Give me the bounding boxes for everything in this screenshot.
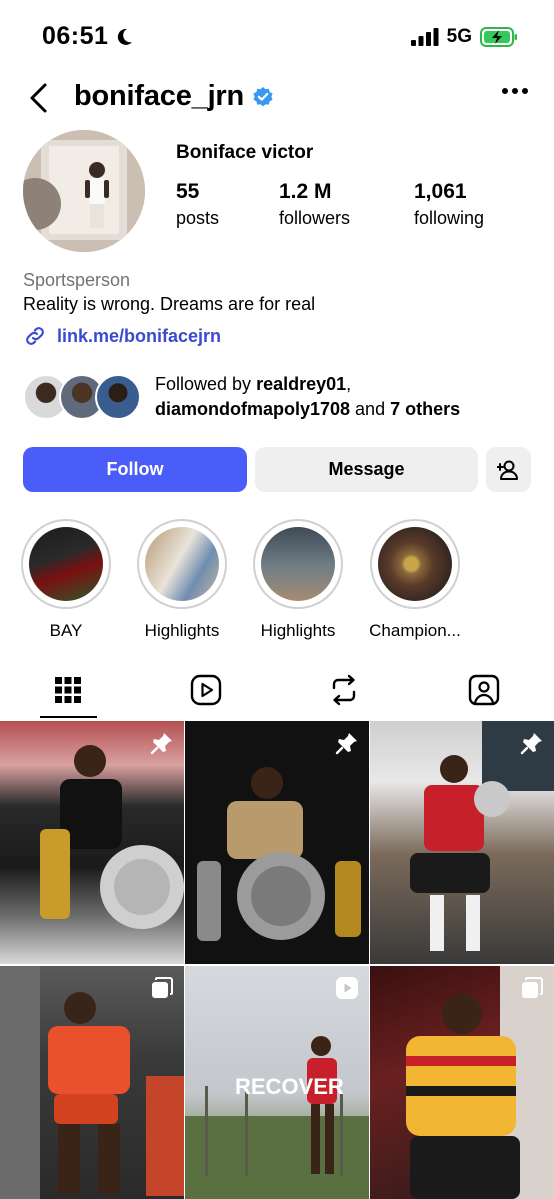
back-arrow-icon[interactable]	[26, 82, 52, 114]
post-image	[410, 721, 554, 951]
grid-icon	[55, 677, 81, 703]
following-label: following	[414, 208, 485, 228]
mutual-avatars	[23, 374, 141, 420]
post-tile[interactable]	[0, 966, 184, 1199]
highlight-highlights-1[interactable]: Highlights	[137, 519, 227, 641]
tagged-icon	[468, 674, 500, 706]
highlight-ring	[137, 519, 227, 609]
followers-stat[interactable]: 1.2 M followers	[279, 180, 350, 229]
profile-avatar[interactable]	[23, 130, 145, 252]
highlight-ring	[21, 519, 111, 609]
profile-header-title: boniface_jrn	[74, 80, 274, 113]
tab-grid[interactable]	[40, 665, 96, 715]
followed-by-text: Followed by realdrey01, diamondofmapoly1…	[155, 374, 461, 419]
carousel-icon	[522, 977, 543, 998]
status-time: 06:51	[42, 22, 134, 51]
link-text[interactable]: link.me/bonifacejrn	[57, 326, 221, 347]
profile-category: Sportsperson	[23, 270, 131, 290]
profile-tabs	[0, 665, 554, 719]
profile-link[interactable]: link.me/bonifacejrn	[23, 324, 221, 348]
posts-label: posts	[176, 208, 220, 228]
post-tile[interactable]	[0, 721, 184, 964]
post-tile[interactable]	[370, 966, 554, 1199]
post-image	[406, 966, 554, 1199]
follow-button[interactable]: Follow	[23, 447, 247, 492]
highlight-label: Highlights	[260, 621, 336, 640]
highlight-cover	[378, 527, 452, 601]
link-icon	[26, 327, 44, 345]
post-overlay-text: RECOVER	[235, 1074, 344, 1099]
display-name: Boniface victor	[176, 142, 314, 163]
highlight-label: Champion...	[369, 621, 461, 640]
reel-icon	[336, 977, 358, 999]
post-tile[interactable]	[370, 721, 554, 964]
network-label: 5G	[446, 26, 472, 47]
active-tab-indicator	[40, 716, 97, 718]
verified-badge-icon	[253, 86, 273, 106]
tab-reels[interactable]	[178, 665, 234, 715]
post-image	[197, 767, 361, 941]
reels-icon	[190, 674, 222, 706]
highlight-ring	[370, 519, 460, 609]
clock-text: 06:51	[42, 22, 109, 50]
status-indicators: 5G	[410, 26, 518, 48]
mutual-avatar	[95, 374, 141, 420]
highlight-cover	[261, 527, 335, 601]
pin-icon	[335, 733, 357, 755]
post-image	[0, 966, 184, 1199]
highlight-highlights-2[interactable]: Highlights	[253, 519, 343, 641]
highlight-cover	[29, 527, 103, 601]
post-image	[40, 745, 184, 929]
highlight-label: Highlights	[144, 621, 220, 640]
reposts-icon	[332, 674, 356, 706]
username: boniface_jrn	[74, 80, 245, 112]
highlight-champion[interactable]: Champion...	[369, 519, 461, 641]
tab-reposts[interactable]	[316, 665, 372, 715]
battery-charging-icon	[480, 27, 517, 47]
following-stat[interactable]: 1,061 following	[414, 180, 484, 229]
post-tile[interactable]: RECOVER	[185, 966, 369, 1199]
suggested-users-button[interactable]	[486, 447, 531, 492]
pin-icon	[150, 733, 172, 755]
add-person-icon	[496, 460, 518, 480]
message-button[interactable]: Message	[255, 447, 478, 492]
following-count: 1,061	[414, 180, 467, 203]
more-options-icon[interactable]	[502, 88, 528, 94]
posts-count: 55	[176, 180, 200, 203]
posts-stat[interactable]: 55 posts	[176, 180, 219, 229]
followed-by-row[interactable]: Followed by realdrey01, diamondofmapoly1…	[23, 372, 460, 422]
carousel-icon	[152, 977, 173, 998]
moon-icon	[118, 28, 133, 45]
highlight-cover	[145, 527, 219, 601]
highlight-ring	[253, 519, 343, 609]
avatar-photo	[23, 130, 145, 252]
post-image: RECOVER	[185, 1036, 369, 1199]
pin-icon	[520, 733, 542, 755]
profile-bio: Reality is wrong. Dreams are for real	[23, 294, 316, 314]
highlight-bay[interactable]: BAY	[21, 519, 111, 641]
followers-count: 1.2 M	[279, 180, 332, 203]
tab-tagged[interactable]	[456, 665, 512, 715]
signal-icon	[410, 28, 439, 46]
followers-label: followers	[279, 208, 351, 228]
highlight-label: BAY	[49, 621, 83, 640]
post-tile[interactable]	[185, 721, 369, 964]
